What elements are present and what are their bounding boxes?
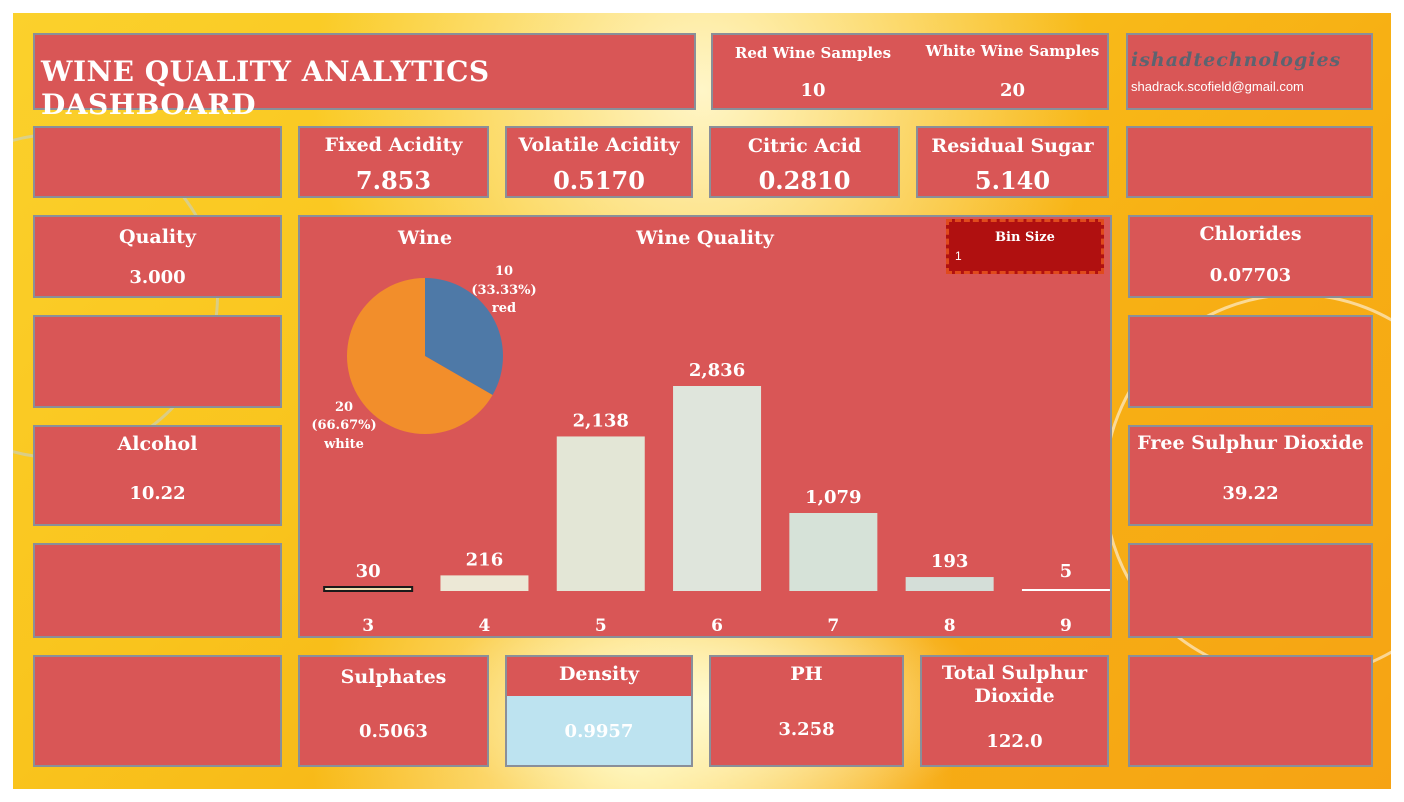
- kpi-ph: PH 3.258: [709, 655, 904, 767]
- kpi-density: Density 0.9957: [505, 655, 693, 767]
- kpi-value: 39.22: [1222, 483, 1279, 504]
- bar-value-label: 2,836: [689, 360, 745, 381]
- bar-value-label: 1,079: [805, 487, 861, 508]
- kpi-alcohol: Alcohol 10.22: [33, 425, 282, 526]
- bar-6: [673, 386, 762, 591]
- x-tick-label: 7: [827, 616, 839, 636]
- kpi-free-sulphur-dioxide: Free Sulphur Dioxide 39.22: [1128, 425, 1373, 526]
- red-samples-value: 10: [800, 80, 826, 101]
- kpi-fixed-acidity: Fixed Acidity 7.853: [298, 126, 489, 198]
- kpi-label: Free Sulphur Dioxide: [1137, 432, 1364, 454]
- pie-label-percent: (33.33%): [471, 283, 536, 298]
- empty-card: [33, 126, 282, 198]
- bar-value-label: 216: [466, 549, 504, 570]
- empty-card: [33, 543, 282, 638]
- kpi-total-sulphur-dioxide: Total Sulphur Dioxide 122.0: [920, 655, 1109, 767]
- x-tick-label: 4: [479, 616, 491, 636]
- bar-value-label: 30: [356, 561, 381, 582]
- kpi-value: 3.258: [778, 719, 835, 740]
- bar-7: [789, 513, 878, 591]
- kpi-citric-acid: Citric Acid 0.2810: [709, 126, 900, 198]
- kpi-value: 0.5063: [359, 721, 428, 742]
- red-samples-label: Red Wine Samples: [734, 44, 892, 62]
- kpi-chlorides: Chlorides 0.07703: [1128, 215, 1373, 298]
- bar-5: [556, 436, 645, 591]
- kpi-label: Alcohol: [117, 433, 198, 455]
- page-title: WINE QUALITY ANALYTICS DASHBOARD: [41, 55, 490, 121]
- x-tick-label: 6: [711, 616, 723, 636]
- bar-3: [323, 586, 414, 592]
- kpi-volatile-acidity: Volatile Acidity 0.5170: [505, 126, 693, 198]
- kpi-value: 0.07703: [1209, 265, 1292, 286]
- kpi-value: 0.9957: [564, 721, 634, 742]
- kpi-label: Density: [558, 663, 640, 685]
- x-tick-label: 5: [595, 616, 607, 636]
- kpi-value: 7.853: [355, 166, 432, 195]
- pie-label-name: white: [323, 437, 364, 452]
- bar-value-label: 193: [931, 551, 969, 572]
- bar-4: [440, 575, 529, 591]
- empty-card: [1128, 655, 1373, 767]
- bin-size-control[interactable]: Bin Size 1: [946, 219, 1104, 274]
- kpi-value: 3.000: [129, 267, 186, 288]
- pie-label-name: red: [492, 301, 516, 316]
- dashboard-canvas: WINE QUALITY ANALYTICS DASHBOARD Red Win…: [13, 13, 1391, 789]
- pie-label-percent: (66.67%): [311, 418, 376, 433]
- white-samples-value: 20: [999, 80, 1026, 101]
- x-tick-label: 8: [944, 616, 956, 636]
- pie-label-count: 10: [495, 264, 513, 279]
- kpi-label: Volatile Acidity: [518, 134, 680, 156]
- kpi-residual-sugar: Residual Sugar 5.140: [916, 126, 1109, 198]
- kpi-label: PH: [790, 663, 823, 685]
- samples-card: Red Wine Samples 10 White Wine Samples 2…: [711, 33, 1109, 110]
- kpi-label: Citric Acid: [747, 135, 862, 157]
- pie-title: Wine: [397, 227, 452, 249]
- kpi-quality: Quality 3.000: [33, 215, 282, 298]
- empty-card: [33, 655, 282, 767]
- bin-size-value[interactable]: 1: [955, 249, 962, 263]
- kpi-label: Fixed Acidity: [324, 134, 463, 156]
- kpi-label: Residual Sugar: [931, 135, 1094, 157]
- white-samples-label: White Wine Samples: [925, 42, 1100, 60]
- brand-email: shadrack.scofield@gmail.com: [1131, 79, 1304, 94]
- empty-card: [1128, 315, 1373, 408]
- pie-label-count: 20: [335, 400, 353, 415]
- bar-value-label: 2,138: [573, 410, 629, 431]
- brand-logo: ishadtechnologies: [1131, 49, 1342, 71]
- empty-card: [33, 315, 282, 408]
- x-tick-label: 3: [362, 616, 374, 636]
- chart-svg: Wine Wine Quality 30 3 216 4 2,138 5 2,836 6 1,079…: [311, 227, 1110, 636]
- bar-9: [1021, 589, 1110, 591]
- empty-card: [1128, 543, 1373, 638]
- bar-chart-title: Wine Quality: [635, 227, 775, 249]
- kpi-label: Chlorides: [1199, 223, 1302, 245]
- empty-card: [1126, 126, 1373, 198]
- x-tick-label: 9: [1060, 616, 1072, 636]
- kpi-value: 10.22: [129, 483, 186, 504]
- kpi-value: 5.140: [974, 166, 1051, 195]
- kpi-value: 0.2810: [758, 166, 851, 195]
- bar-value-label: 5: [1060, 561, 1073, 582]
- brand-card: ishadtechnologies shadrack.scofield@gmai…: [1126, 33, 1373, 110]
- kpi-label: Sulphates: [340, 666, 447, 688]
- kpi-sulphates: Sulphates 0.5063: [298, 655, 489, 767]
- bar-8: [905, 577, 994, 591]
- chart-panel: Wine Wine Quality 30 3 216 4 2,138 5 2,836 6 1,079…: [298, 215, 1112, 638]
- kpi-value: 0.5170: [553, 166, 645, 195]
- title-card: WINE QUALITY ANALYTICS DASHBOARD: [33, 33, 696, 121]
- kpi-value: 122.0: [986, 731, 1043, 752]
- kpi-label: Total Sulphur Dioxide: [941, 662, 1088, 707]
- kpi-label: Quality: [119, 226, 196, 248]
- bin-size-label: Bin Size: [995, 230, 1055, 245]
